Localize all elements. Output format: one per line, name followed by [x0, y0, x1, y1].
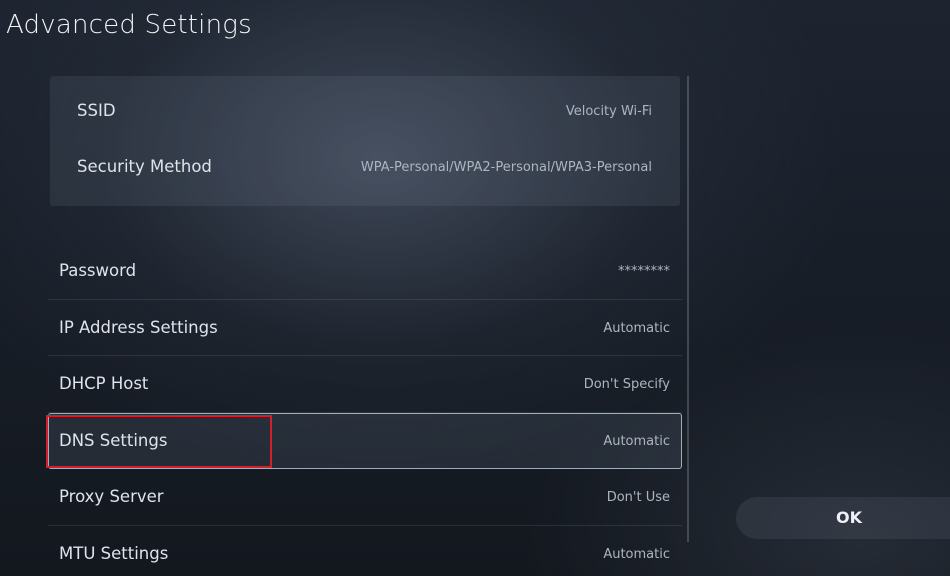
- ok-button[interactable]: OK: [736, 497, 950, 539]
- setting-value: ********: [618, 264, 670, 279]
- setting-password[interactable]: Password ********: [48, 243, 682, 300]
- setting-value: Don't Specify: [583, 377, 670, 392]
- scroll-divider: [687, 76, 689, 542]
- settings-list: Password ******** IP Address Settings Au…: [48, 243, 682, 576]
- setting-label: DNS Settings: [59, 430, 168, 450]
- ssid-label: SSID: [77, 101, 116, 120]
- setting-label: Password: [59, 261, 137, 280]
- ok-button-label: OK: [836, 508, 862, 527]
- setting-mtu-settings[interactable]: MTU Settings Automatic: [48, 526, 682, 576]
- setting-label: IP Address Settings: [59, 317, 218, 337]
- ssid-row: SSID Velocity Wi-Fi: [50, 84, 680, 140]
- setting-value: Automatic: [603, 320, 670, 336]
- setting-value: Automatic: [603, 433, 670, 449]
- setting-dns-settings[interactable]: DNS Settings Automatic: [48, 412, 682, 469]
- setting-ip-address-settings[interactable]: IP Address Settings Automatic: [48, 300, 682, 356]
- ssid-value: Velocity Wi-Fi: [565, 104, 652, 119]
- page-title: Advanced Settings: [6, 10, 252, 40]
- security-method-label: Security Method: [77, 157, 212, 176]
- setting-label: MTU Settings: [59, 543, 169, 563]
- wifi-info-card: SSID Velocity Wi-Fi Security Method WPA-…: [50, 76, 680, 206]
- setting-proxy-server[interactable]: Proxy Server Don't Use: [48, 469, 682, 526]
- setting-label: DHCP Host: [59, 374, 149, 393]
- setting-label: Proxy Server: [59, 487, 164, 506]
- security-method-row: Security Method WPA-Personal/WPA2-Person…: [50, 140, 680, 196]
- setting-dhcp-host[interactable]: DHCP Host Don't Specify: [48, 356, 682, 413]
- security-method-value: WPA-Personal/WPA2-Personal/WPA3-Personal: [360, 160, 652, 175]
- setting-value: Don't Use: [606, 490, 670, 505]
- setting-value: Automatic: [603, 546, 670, 562]
